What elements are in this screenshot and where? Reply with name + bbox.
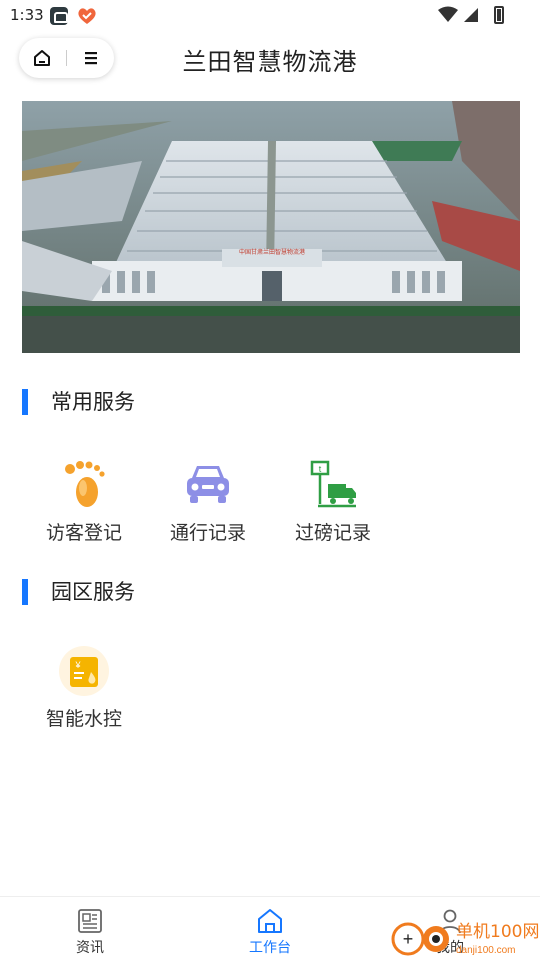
news-icon [78, 909, 102, 933]
truck-scale-icon: t [310, 460, 356, 508]
banner-sign-text: 中国甘肃兰田智慧物流港 [239, 248, 305, 256]
watermark-text: 单机100网 [456, 922, 539, 942]
svg-text:t: t [319, 464, 322, 474]
service-label: 通行记录 [169, 522, 246, 544]
service-label: 过磅记录 [294, 522, 371, 544]
tab-news[interactable]: 资讯 [45, 905, 135, 959]
banner-image[interactable]: 中国甘肃兰田智慧物流港 [22, 101, 520, 353]
app-notification-icon [50, 7, 68, 25]
section-title: 园区服务 [51, 580, 135, 604]
footprint-icon [65, 461, 105, 507]
watermark-url: danji100.com [456, 945, 515, 956]
tab-label: 资讯 [76, 940, 104, 956]
home-icon [258, 909, 282, 933]
status-bar: 1:33 [0, 0, 540, 30]
service-smart-water-control[interactable]: ¥ 智能水控 [24, 646, 144, 736]
water-bill-icon: ¥ [59, 646, 109, 696]
section-accent-bar [22, 389, 28, 415]
svg-text:+: + [403, 929, 414, 949]
aerial-photo-illustration: 中国甘肃兰田智慧物流港 [22, 101, 520, 353]
service-visitor-registration[interactable]: 访客登记 [24, 460, 144, 550]
car-icon [187, 466, 229, 503]
service-label: 访客登记 [45, 522, 122, 544]
service-weighing-records[interactable]: t 过磅记录 [273, 460, 393, 550]
service-access-records[interactable]: 通行记录 [148, 460, 268, 550]
status-time: 1:33 [10, 6, 44, 24]
tab-workbench[interactable]: 工作台 [225, 905, 315, 959]
heart-notification-icon [78, 8, 96, 24]
section-accent-bar [22, 579, 28, 605]
svg-text:¥: ¥ [74, 660, 81, 670]
service-label: 智能水控 [45, 708, 122, 730]
page-title: 兰田智慧物流港 [182, 48, 358, 76]
tab-label: 工作台 [249, 940, 291, 956]
watermark-logo: + 单机100网 danji100.com [391, 922, 539, 956]
section-title: 常用服务 [51, 390, 135, 414]
battery-icon [494, 6, 504, 24]
